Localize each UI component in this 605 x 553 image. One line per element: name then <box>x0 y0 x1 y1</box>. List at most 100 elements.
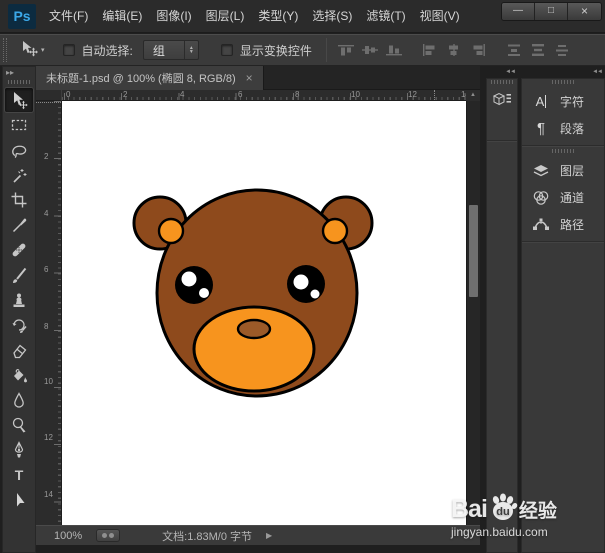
channels-icon <box>531 190 551 206</box>
cursor-position-marker <box>36 102 61 103</box>
collapse-panel-icon[interactable]: ▸▸ <box>3 67 35 79</box>
tool-path-selection-button[interactable] <box>5 488 33 512</box>
menu-layer[interactable]: 图层(L) <box>199 0 252 33</box>
panel-grip[interactable] <box>8 80 30 84</box>
show-transform-label: 显示变换控件 <box>240 42 312 59</box>
tool-spot-healing-brush-button[interactable] <box>5 238 33 262</box>
photoshop-logo: Ps <box>8 4 36 29</box>
ruler-row: 0 2 4 6 8 10 12 14 ▲ <box>36 90 480 101</box>
menu-select[interactable]: 选择(S) <box>305 0 359 33</box>
tool-paint-bucket-button[interactable] <box>5 363 33 387</box>
align-vertical-centers-button[interactable] <box>358 39 382 61</box>
panel-button-paths[interactable]: 路径 <box>522 211 604 238</box>
move-icon <box>10 91 28 109</box>
tool-brush-button[interactable] <box>5 263 33 287</box>
chevron-down-icon: ▾ <box>41 46 45 54</box>
horizontal-ruler[interactable]: 0 2 4 6 8 10 12 14 <box>62 90 466 101</box>
menu-edit[interactable]: 编辑(E) <box>95 0 149 33</box>
align-bottom-edges-button[interactable] <box>382 39 406 61</box>
panel-button-layers[interactable]: 图层 <box>522 157 604 184</box>
move-tool-icon <box>20 40 38 61</box>
materials-cube-icon[interactable] <box>489 88 515 110</box>
align-horizontal-centers-button[interactable] <box>442 39 466 61</box>
menu-image[interactable]: 图像(I) <box>149 0 198 33</box>
align-left-edges-button[interactable] <box>418 39 442 61</box>
eye-highlight <box>294 275 309 290</box>
tab-close-icon[interactable]: × <box>246 71 253 85</box>
watermark-bai: Bai <box>451 495 487 524</box>
baidu-paw-icon: du <box>487 492 519 527</box>
auto-select-checkbox[interactable] <box>63 44 75 56</box>
tool-blur-button[interactable] <box>5 388 33 412</box>
scrollbar-thumb[interactable] <box>469 205 478 297</box>
blur-drop-icon <box>10 391 28 409</box>
tool-history-brush-button[interactable] <box>5 313 33 337</box>
canvas[interactable] <box>62 101 466 525</box>
stepper-icon: ▲▼ <box>184 41 198 59</box>
tool-clone-stamp-button[interactable] <box>5 288 33 312</box>
cursor-position-marker <box>434 90 435 100</box>
ruler-number: 8 <box>295 90 299 99</box>
minimize-button[interactable]: — <box>502 3 535 20</box>
menu-view[interactable]: 视图(V) <box>413 0 467 33</box>
scroll-up-arrow[interactable]: ▲ <box>466 90 480 101</box>
history-brush-icon <box>10 316 28 334</box>
close-button[interactable]: × <box>568 3 601 20</box>
vertical-ruler[interactable]: 2 4 6 8 10 12 14 <box>36 101 62 525</box>
distribute-vertical-centers-button[interactable] <box>526 39 550 61</box>
options-bar-grip[interactable] <box>3 38 7 62</box>
status-icon[interactable] <box>96 529 120 542</box>
tool-type-button[interactable]: T <box>5 463 33 487</box>
zoom-level-field[interactable]: 100% <box>54 530 82 542</box>
show-transform-checkbox[interactable] <box>221 44 233 56</box>
distribute-bottom-edges-button[interactable] <box>550 39 574 61</box>
ruler-number: 6 <box>238 90 242 99</box>
document-tab[interactable]: 未标题-1.psd @ 100% (椭圆 8, RGB/8) × <box>36 66 264 90</box>
pen-icon <box>10 441 28 459</box>
panel-button-character[interactable]: A 字符 <box>522 88 604 115</box>
window-controls: — □ × <box>501 2 602 21</box>
ruler-number: 2 <box>123 90 127 99</box>
tool-pen-button[interactable] <box>5 438 33 462</box>
collapse-panels-icon[interactable]: ◄◄ <box>486 66 518 78</box>
tool-crop-button[interactable] <box>5 188 33 212</box>
divider <box>522 241 604 243</box>
panel-grip[interactable] <box>491 80 513 84</box>
photoshop-window: Ps 文件(F) 编辑(E) 图像(I) 图层(L) 类型(Y) 选择(S) 滤… <box>0 0 605 553</box>
content-row: 2 4 6 8 10 12 14 <box>36 101 480 525</box>
tool-eyedropper-button[interactable] <box>5 213 33 237</box>
selection-arrow-icon <box>10 491 28 509</box>
panel-label: 通道 <box>560 189 584 206</box>
tool-move-button[interactable] <box>5 88 33 112</box>
panel-grip[interactable] <box>552 149 574 153</box>
watermark-url: jingyan.baidu.com <box>451 525 605 539</box>
paint-bucket-icon <box>10 366 28 384</box>
ruler-number: 4 <box>44 210 53 217</box>
tool-eraser-button[interactable] <box>5 338 33 362</box>
align-top-edges-button[interactable] <box>334 39 358 61</box>
tool-lasso-button[interactable] <box>5 138 33 162</box>
auto-select-dropdown[interactable]: 组 ▲▼ <box>143 40 199 60</box>
menu-type[interactable]: 类型(Y) <box>251 0 305 33</box>
options-bar: ▾ 自动选择: 组 ▲▼ 显示变换控件 <box>0 34 605 66</box>
tool-magic-wand-button[interactable] <box>5 163 33 187</box>
panel-grip[interactable] <box>552 80 574 84</box>
ruler-number: 8 <box>44 323 53 330</box>
spot-healing-brush-icon <box>10 241 28 259</box>
distribute-top-edges-button[interactable] <box>502 39 526 61</box>
document-tab-bar: 未标题-1.psd @ 100% (椭圆 8, RGB/8) × <box>36 66 480 90</box>
panel-button-channels[interactable]: 通道 <box>522 184 604 211</box>
tool-dodge-button[interactable] <box>5 413 33 437</box>
tool-rectangular-marquee-button[interactable] <box>5 113 33 137</box>
tool-preset-picker[interactable]: ▾ <box>20 40 45 61</box>
status-menu-arrow[interactable]: ▶ <box>266 531 272 540</box>
eyedropper-icon <box>10 216 28 234</box>
vertical-scrollbar[interactable] <box>466 101 480 525</box>
maximize-button[interactable]: □ <box>535 3 568 20</box>
menu-filter[interactable]: 滤镜(T) <box>359 0 412 33</box>
align-right-edges-button[interactable] <box>466 39 490 61</box>
panel-button-paragraph[interactable]: ¶ 段落 <box>522 115 604 142</box>
collapse-panels-icon[interactable]: ◄◄ <box>521 66 605 78</box>
divider <box>487 140 517 142</box>
menu-file[interactable]: 文件(F) <box>42 0 95 33</box>
